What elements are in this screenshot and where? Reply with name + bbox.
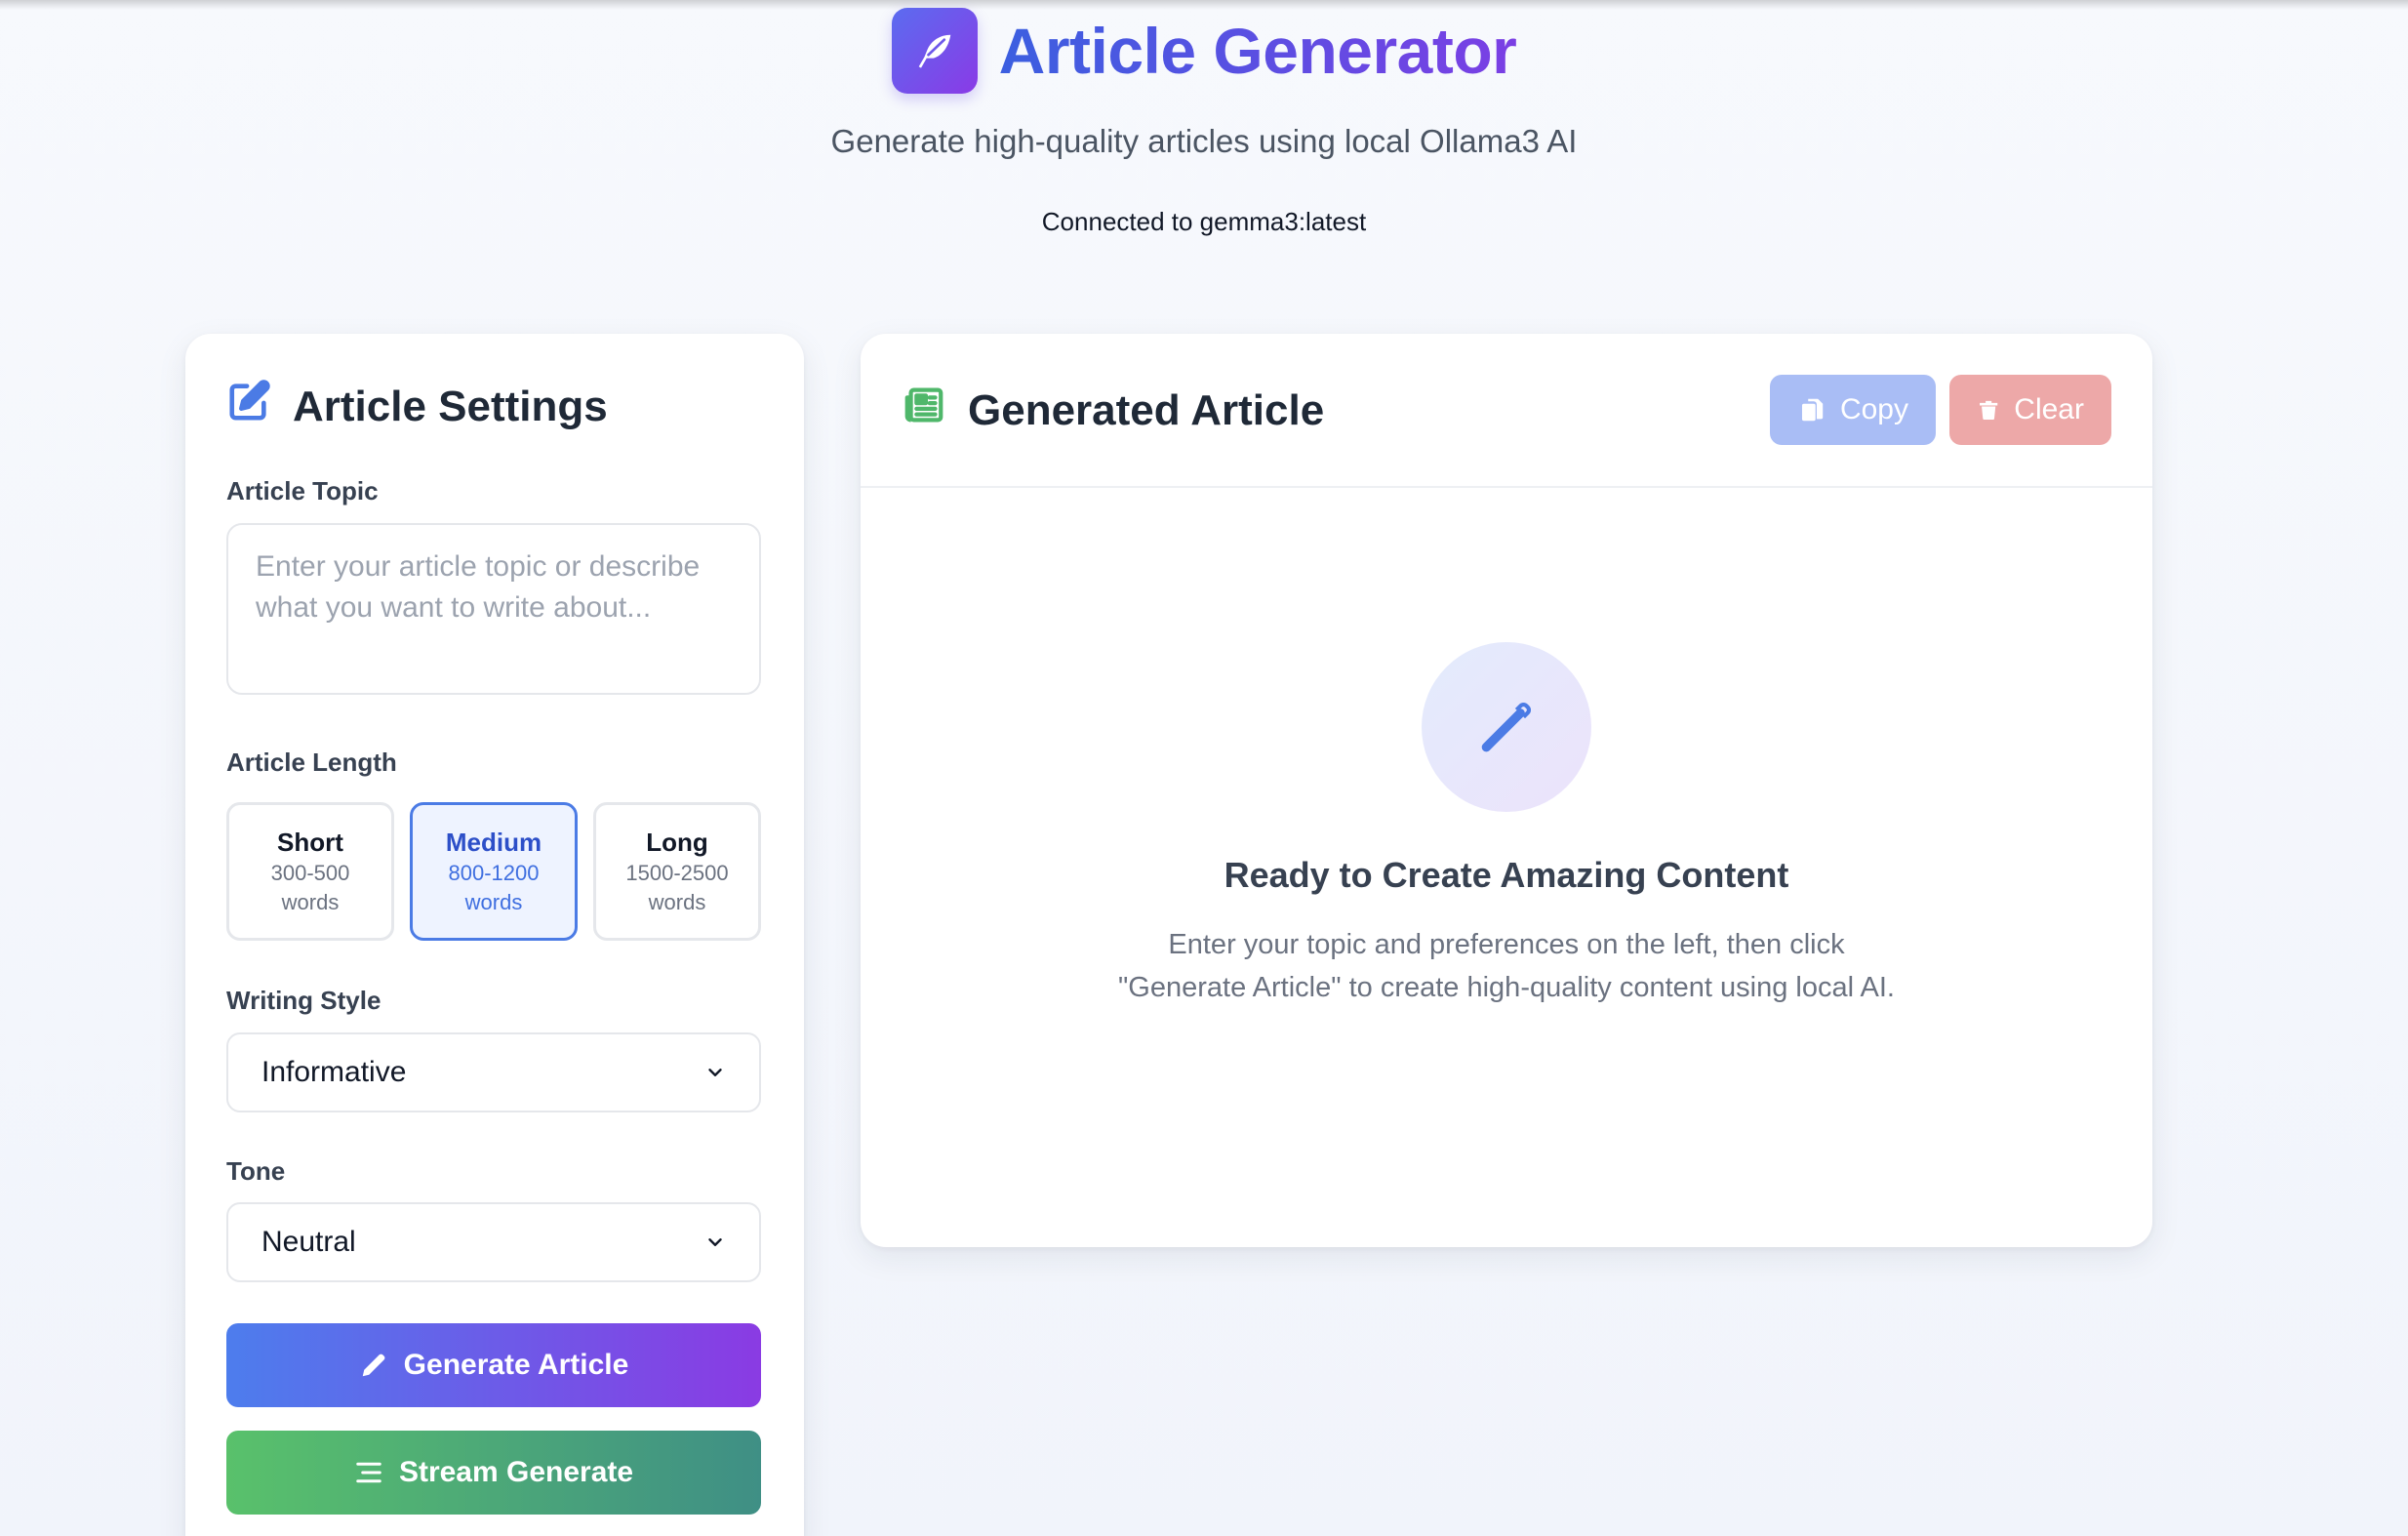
style-label: Writing Style: [226, 986, 381, 1015]
title-row: Article Generator: [0, 8, 2408, 94]
chevron-down-icon: [708, 1238, 722, 1246]
header-divider: [861, 486, 2152, 488]
generated-article-panel: Generated Article Copy Clear Ready to Cr: [861, 334, 2152, 1247]
length-option-range: 800-1200: [448, 861, 540, 885]
length-options: Short 300-500 words Medium 800-1200 word…: [226, 802, 761, 941]
newspaper-icon: [902, 383, 946, 438]
edit-square-icon: [226, 379, 271, 434]
copy-icon: [1801, 398, 1824, 422]
app-title: Article Generator: [999, 8, 1517, 94]
empty-state-title: Ready to Create Amazing Content: [1224, 855, 1789, 895]
settings-heading: Article Settings: [226, 379, 608, 434]
writing-style-select[interactable]: Informative: [226, 1032, 761, 1112]
generate-article-button[interactable]: Generate Article: [226, 1323, 761, 1407]
chevron-down-icon: [708, 1069, 722, 1076]
article-settings-panel: Article Settings Article Topic Article L…: [185, 334, 804, 1536]
length-option-medium[interactable]: Medium 800-1200 words: [410, 802, 578, 941]
length-option-name: Short: [277, 828, 343, 857]
length-option-range: 1500-2500: [625, 861, 729, 885]
clear-button[interactable]: Clear: [1949, 375, 2111, 445]
clear-label: Clear: [2014, 393, 2084, 425]
generate-article-label: Generate Article: [403, 1349, 629, 1381]
article-actions: Copy Clear: [1770, 375, 2111, 445]
length-label: Article Length: [226, 748, 397, 777]
empty-state-description: Enter your topic and preferences on the …: [1118, 929, 1895, 1003]
copy-button[interactable]: Copy: [1770, 375, 1936, 445]
feather-icon: [891, 8, 978, 94]
settings-title: Article Settings: [293, 382, 608, 430]
topic-label: Article Topic: [226, 476, 379, 505]
pencil-icon: [1481, 703, 1531, 752]
length-option-long[interactable]: Long 1500-2500 words: [593, 802, 761, 941]
stream-generate-label: Stream Generate: [398, 1456, 634, 1488]
length-option-unit: words: [648, 890, 706, 914]
length-option-name: Medium: [445, 828, 542, 857]
stream-generate-button[interactable]: Stream Generate: [226, 1431, 761, 1515]
length-option-short[interactable]: Short 300-500 words: [226, 802, 394, 941]
lines-icon: [356, 1462, 381, 1483]
empty-state: Ready to Create Amazing Content Enter yo…: [861, 642, 2152, 1009]
empty-state-icon: [1422, 642, 1591, 812]
page-subtitle: Generate high-quality articles using loc…: [830, 123, 1578, 159]
topic-input[interactable]: [226, 523, 761, 695]
tone-label: Tone: [226, 1156, 286, 1186]
tone-value: Neutral: [261, 1226, 356, 1258]
page-header: Article Generator Generate high-quality …: [0, 0, 2408, 254]
length-option-unit: words: [281, 890, 340, 914]
article-heading: Generated Article: [902, 383, 1324, 438]
copy-label: Copy: [1839, 393, 1908, 425]
writing-style-value: Informative: [261, 1056, 407, 1088]
length-option-range: 300-500: [270, 861, 350, 885]
length-option-unit: words: [464, 890, 523, 914]
tone-select[interactable]: Neutral: [226, 1202, 761, 1282]
connection-status: Connected to gemma3:latest: [1041, 207, 1367, 236]
trash-icon: [1980, 400, 1998, 421]
length-option-name: Long: [646, 828, 708, 857]
article-title: Generated Article: [968, 385, 1325, 434]
pencil-icon: [362, 1354, 385, 1377]
